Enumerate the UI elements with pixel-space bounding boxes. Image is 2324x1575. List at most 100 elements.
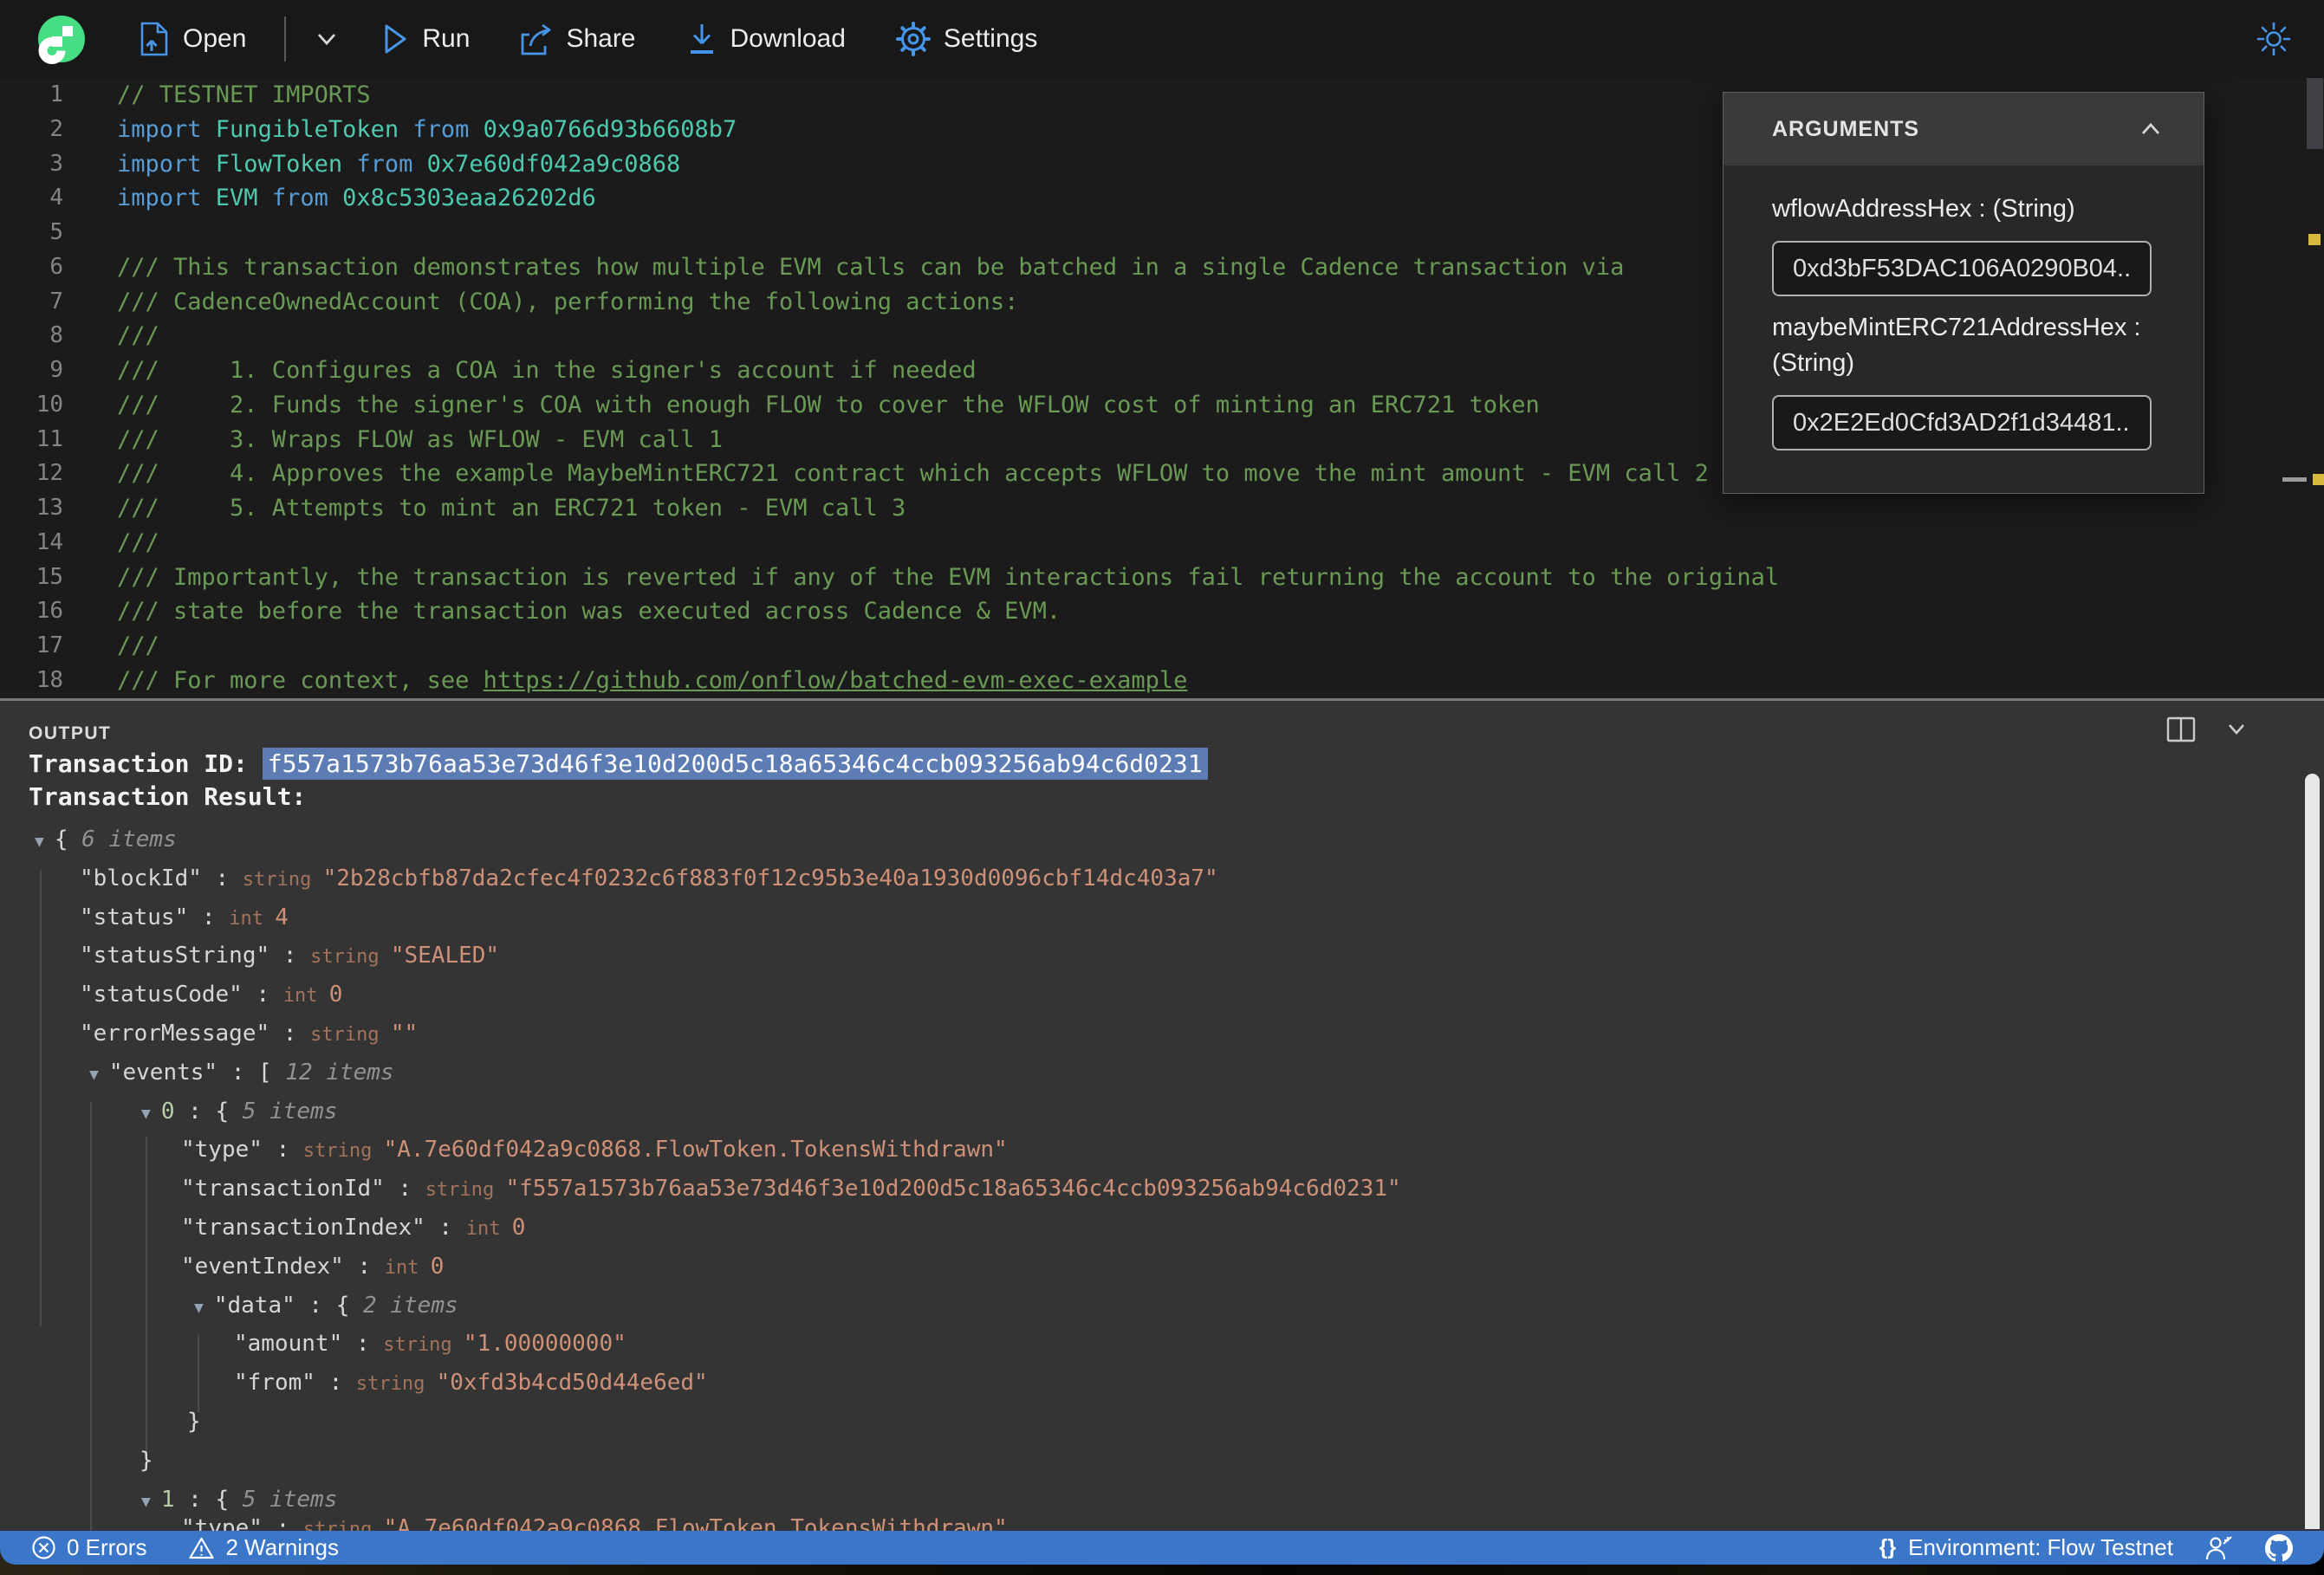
tree-token-key: "amount" <box>234 1331 343 1358</box>
warnings-status[interactable]: 2 Warnings <box>188 1534 339 1561</box>
tree-token-punct: : <box>201 865 243 891</box>
environment-label: Environment: Flow Testnet <box>1908 1534 2173 1560</box>
output-scrollbar[interactable] <box>2305 774 2320 1529</box>
tree-token-val: "0xfd3b4cd50d44e6ed" <box>436 1370 708 1397</box>
collapse-toggle-icon[interactable]: ▼ <box>141 1105 151 1123</box>
open-button[interactable]: Open <box>139 22 246 56</box>
share-icon <box>518 22 553 56</box>
line-number: 8 <box>49 322 63 349</box>
split-view-icon[interactable] <box>2166 716 2196 742</box>
tree-token-punct: : <box>242 982 283 1008</box>
line-number: 10 <box>36 391 63 418</box>
line-number: 1 <box>49 81 63 107</box>
arguments-header[interactable]: ARGUMENTS <box>1724 93 2204 165</box>
tree-token-key: "data" <box>213 1292 295 1319</box>
code-line: 15 /// Importantly, the transaction is re… <box>0 561 2324 595</box>
line-number: 4 <box>49 185 63 211</box>
tree-row: "errorMessage" : string "" <box>0 1014 2303 1053</box>
line-number: 14 <box>36 528 63 555</box>
open-file-icon <box>139 22 170 56</box>
arguments-title: ARGUMENTS <box>1772 116 1920 141</box>
tree-token-val: "" <box>390 1020 419 1047</box>
tree-token-val: "2b28cbfb87da2cfec4f0232c6f883f0f12c95b3… <box>322 865 1218 891</box>
code-token: FlowToken <box>215 150 343 178</box>
tree-row: } <box>0 1403 2303 1442</box>
settings-button[interactable]: Settings <box>895 22 1037 56</box>
argument-label: wflowAddressHex : (String) <box>1772 195 2075 223</box>
errors-count-label: 0 Errors <box>67 1534 147 1560</box>
tree-token-punct: } <box>140 1447 153 1474</box>
tree-token-key: "from" <box>234 1370 315 1397</box>
share-button[interactable]: Share <box>518 22 636 56</box>
feedback-person-icon[interactable] <box>2204 1535 2234 1561</box>
toolbar-separator <box>284 16 287 62</box>
tree-token-key: "type" <box>181 1137 263 1163</box>
tree-row: "statusCode" : int 0 <box>0 975 2303 1014</box>
argument-label: maybeMintERC721AddressHex : (String) <box>1772 314 2141 377</box>
code-token: /// 5. Attempts to mint an ERC721 token … <box>117 495 906 522</box>
collapse-output-chevron-icon[interactable] <box>2223 722 2249 737</box>
collapse-toggle-icon[interactable]: ▼ <box>194 1299 204 1317</box>
collapse-toggle-icon[interactable]: ▼ <box>89 1066 99 1084</box>
line-number: 11 <box>36 425 63 452</box>
line-number: 15 <box>36 563 63 590</box>
code-token: /// state before the transaction was exe… <box>117 598 1061 625</box>
code-token: from <box>342 150 427 178</box>
code-token: /// 1. Configures a COA in the signer's … <box>117 357 977 384</box>
transaction-id-label: Transaction ID: <box>29 749 263 778</box>
tree-token-punct: : <box>262 1515 303 1531</box>
code-token: /// CadenceOwnedAccount (COA), performin… <box>117 288 1019 315</box>
editor-scrollbar[interactable] <box>2307 78 2323 149</box>
tree-row: "blockId" : string "2b28cbfb87da2cfec4f0… <box>0 859 2303 898</box>
chevron-up-icon[interactable] <box>2136 120 2165 138</box>
run-button[interactable]: Run <box>381 23 470 55</box>
tree-token-key: "errorMessage" <box>80 1020 270 1047</box>
code-line: 14 /// <box>0 526 2324 561</box>
run-play-icon <box>381 23 409 55</box>
transaction-id-value[interactable]: f557a1573b76aa53e73d46f3e10d200d5c18a653… <box>262 748 1208 780</box>
tree-token-type: int <box>229 907 276 930</box>
line-number: 9 <box>49 357 63 383</box>
open-dropdown-chevron-icon[interactable] <box>312 30 341 48</box>
errors-status[interactable]: 0 Errors <box>31 1534 146 1561</box>
github-icon[interactable] <box>2265 1533 2293 1562</box>
tree-token-val: 0 <box>430 1253 445 1280</box>
tree-token-punct: : <box>343 1253 385 1280</box>
tree-token-type: string <box>383 1334 464 1357</box>
code-token: /// Importantly, the transaction is reve… <box>117 563 1780 591</box>
collapse-toggle-icon[interactable]: ▼ <box>35 833 44 851</box>
tree-token-type: string <box>302 1519 384 1531</box>
tree-token-punct: : <box>269 943 311 969</box>
tree-token-val: "SEALED" <box>390 943 500 969</box>
tree-token-type: string <box>302 1140 384 1163</box>
code-token: /// <box>117 632 159 659</box>
maybemint-address-input[interactable] <box>1772 395 2152 450</box>
comment-link[interactable]: https://github.com/onflow/batched-evm-ex… <box>484 667 1188 694</box>
tree-token-type: int <box>465 1217 512 1240</box>
tree-token-punct: : <box>262 1137 303 1163</box>
tree-token-type: string <box>310 1023 391 1046</box>
tree-row: "from" : string "0xfd3b4cd50d44e6ed" <box>0 1364 2303 1403</box>
collapse-toggle-icon[interactable]: ▼ <box>141 1493 151 1511</box>
tree-token-punct: : <box>269 1020 311 1047</box>
tree-token-val: 0 <box>511 1214 526 1241</box>
tree-row: "transactionIndex" : int 0 <box>0 1209 2303 1248</box>
tree-token-type: int <box>282 985 329 1008</box>
tree-token-type: string <box>242 868 323 891</box>
download-label: Download <box>730 24 846 53</box>
tree-token-idx: 0 <box>160 1098 175 1125</box>
download-button[interactable]: Download <box>686 22 846 56</box>
tree-token-key: "blockId" <box>80 865 202 891</box>
tree-row: "transactionId" : string "f557a1573b76aa… <box>0 1170 2303 1209</box>
theme-toggle-sun-icon[interactable] <box>2256 22 2291 56</box>
tree-token-key: "transactionId" <box>181 1176 385 1202</box>
code-line: 13 /// 5. Attempts to mint an ERC721 toke… <box>0 491 2324 526</box>
tree-token-punct: : [ <box>217 1059 286 1086</box>
transaction-id-line: Transaction ID: f557a1573b76aa53e73d46f3… <box>29 748 1208 780</box>
tree-token-val: "A.7e60df042a9c0868.FlowToken.TokensWith… <box>383 1515 1008 1531</box>
code-token: /// <box>117 528 159 556</box>
code-editor[interactable]: 1 // TESTNET IMPORTS 2 import FungibleToken… <box>0 78 2324 698</box>
tree-token-val: "f557a1573b76aa53e73d46f3e10d200d5c18a65… <box>505 1176 1401 1202</box>
wflow-address-input[interactable] <box>1772 241 2152 296</box>
environment-status[interactable]: {} Environment: Flow Testnet <box>1879 1534 2173 1561</box>
